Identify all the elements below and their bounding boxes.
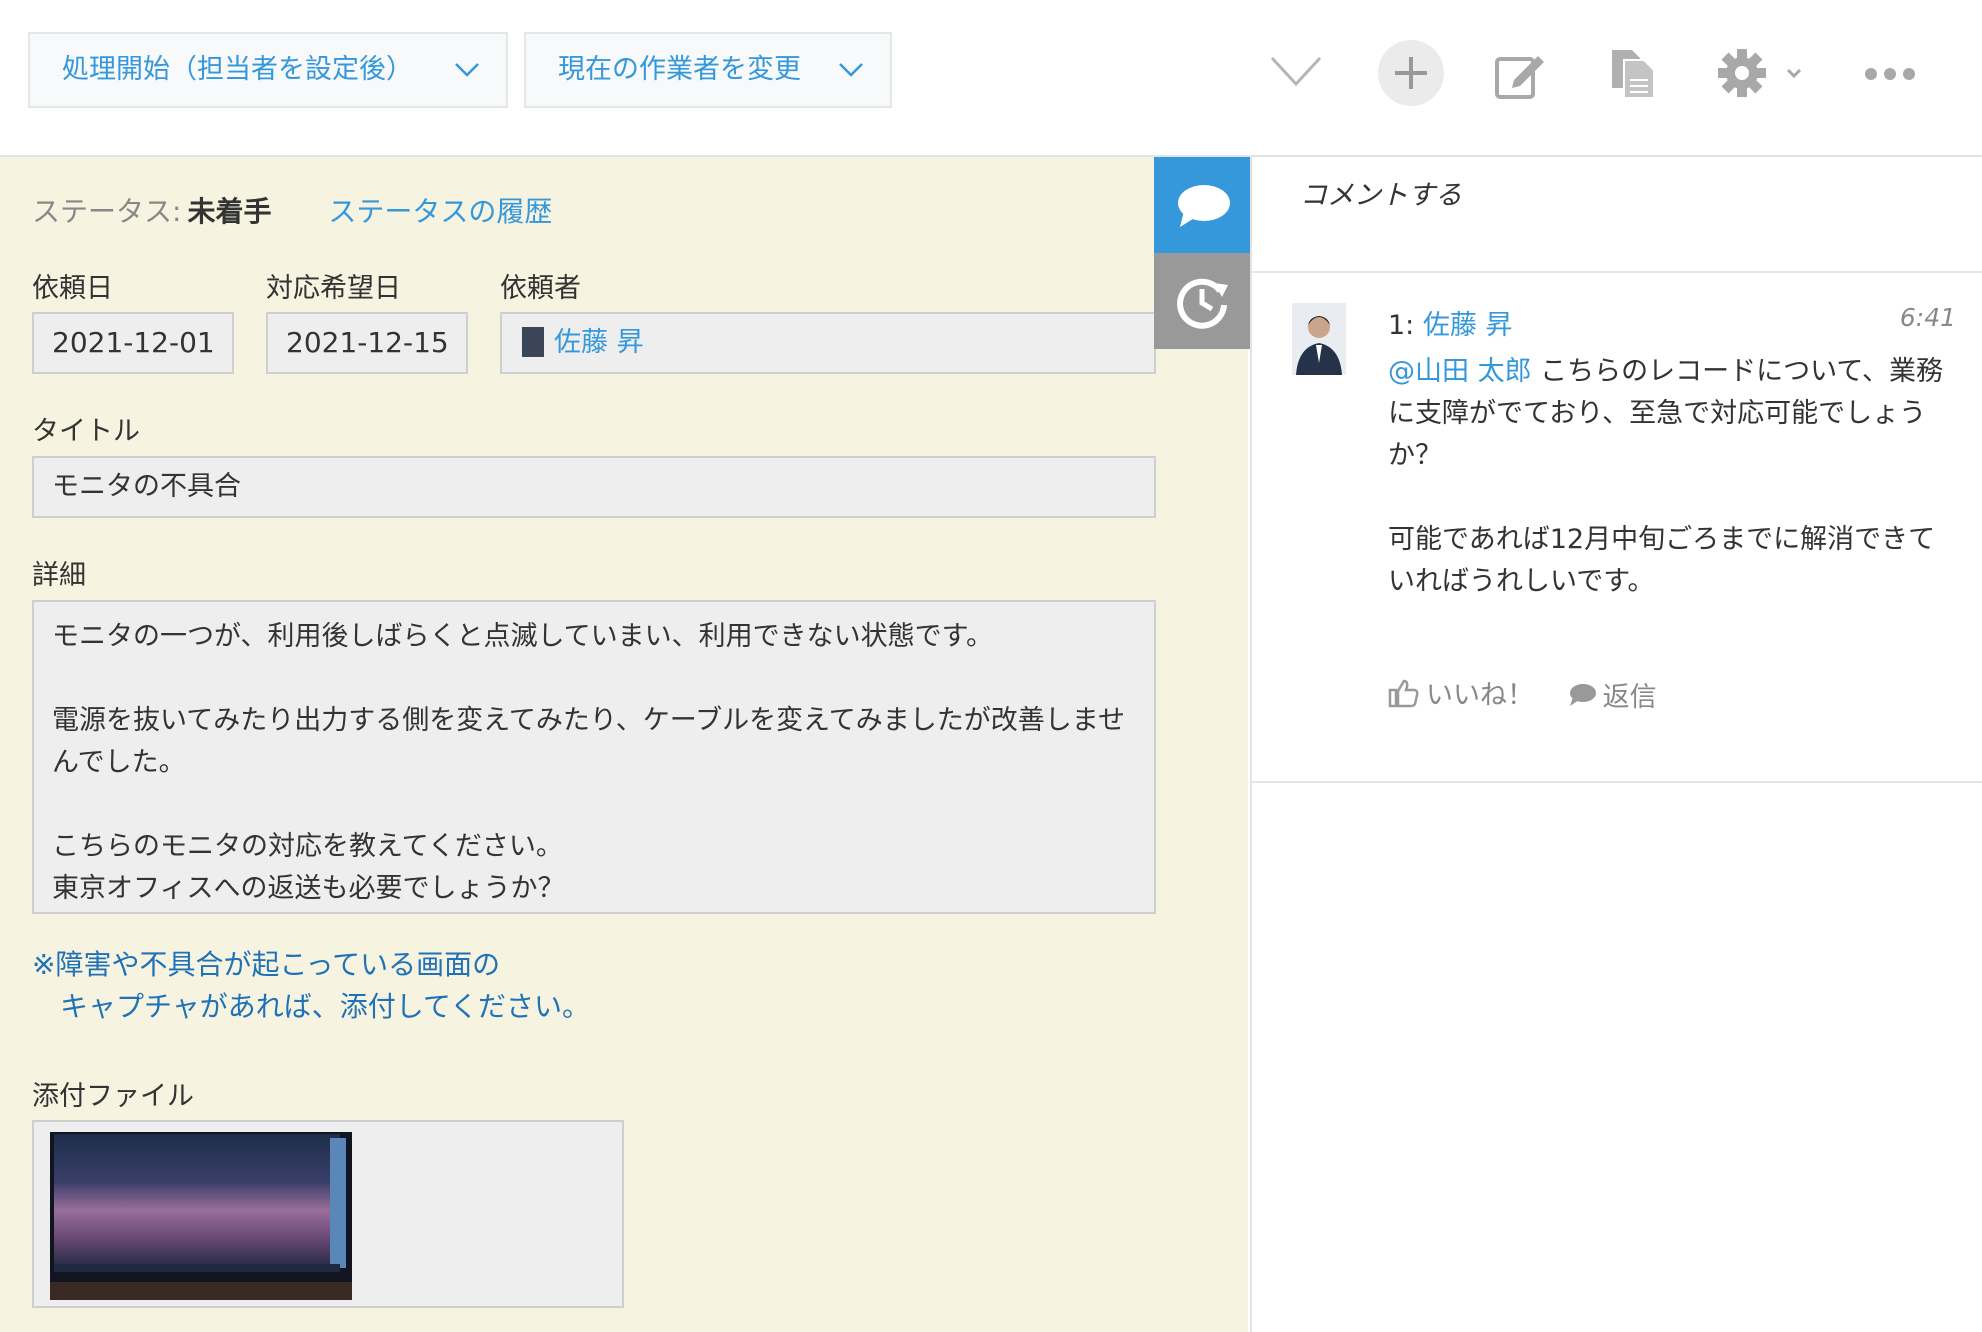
chevron-down-icon bbox=[455, 63, 479, 77]
reply-label: 返信 bbox=[1602, 682, 1657, 713]
title-value: モニタの不具合 bbox=[52, 471, 241, 502]
record-toolbar: 処理開始（担当者を設定後） 現在の作業者を変更 bbox=[0, 0, 1982, 157]
tab-history[interactable] bbox=[1154, 253, 1250, 349]
like-label: いいね！ bbox=[1426, 680, 1534, 711]
attachment-field bbox=[32, 1120, 624, 1308]
requester-field: 佐藤 昇 bbox=[500, 312, 1156, 374]
comment-item: 1: 佐藤 昇 6:41 @山田 太郎 こちらのレコードについて、業務に支障がで… bbox=[1252, 273, 1982, 783]
title-label: タイトル bbox=[32, 416, 140, 447]
more-options-button[interactable] bbox=[1864, 64, 1916, 84]
comment-mention-link[interactable]: @山田 太郎 bbox=[1388, 356, 1532, 387]
comment-actions: いいね！ 返信 bbox=[1388, 673, 1681, 715]
comment-time: 6:41 bbox=[1899, 303, 1956, 332]
collapse-chevron-icon[interactable] bbox=[1270, 56, 1322, 88]
edit-record-button[interactable] bbox=[1494, 50, 1546, 100]
chevron-down-icon bbox=[839, 63, 863, 77]
comment-author-link[interactable]: 佐藤 昇 bbox=[1423, 310, 1513, 341]
comments-panel: コメントする 1: 佐藤 昇 6:41 @山田 太郎 こちらのレコードについて、… bbox=[1250, 157, 1982, 1332]
desired-date-value: 2021-12-15 bbox=[286, 326, 449, 359]
comment-body: @山田 太郎 こちらのレコードについて、業務に支障がでており、至急で対応可能でし… bbox=[1388, 351, 1958, 603]
process-start-label: 処理開始（担当者を設定後） bbox=[62, 54, 413, 85]
status-history-link[interactable]: ステータスの履歴 bbox=[328, 195, 552, 228]
comment-number: 1: bbox=[1388, 310, 1415, 341]
status-line: ステータス: 未着手 ステータスの履歴 bbox=[32, 190, 552, 230]
reply-button[interactable]: 返信 bbox=[1567, 675, 1657, 714]
settings-menu-button[interactable] bbox=[1716, 48, 1806, 98]
comment-header: 1: 佐藤 昇 bbox=[1388, 303, 1512, 342]
tab-comments[interactable] bbox=[1154, 157, 1250, 253]
detail-field: モニタの一つが、利用後しばらくと点滅していまい、利用できない状態です。 電源を抜… bbox=[32, 600, 1156, 914]
add-record-button[interactable] bbox=[1378, 40, 1444, 106]
title-field: モニタの不具合 bbox=[32, 456, 1156, 518]
speech-bubble-icon bbox=[1569, 683, 1596, 706]
duplicate-icon bbox=[1612, 50, 1655, 99]
requester-label: 依頼者 bbox=[500, 273, 581, 304]
requester-user-link[interactable]: 佐藤 昇 bbox=[554, 327, 644, 358]
history-icon bbox=[1177, 278, 1228, 329]
more-icon bbox=[1865, 68, 1915, 80]
duplicate-record-button[interactable] bbox=[1610, 48, 1656, 100]
plus-icon bbox=[1395, 57, 1427, 89]
attachment-note: ※障害や不具合が起こっている画面の キャプチャがあれば、添付してください。 bbox=[32, 948, 591, 1023]
commenter-avatar[interactable] bbox=[1292, 303, 1346, 375]
comment-icon bbox=[1178, 185, 1230, 227]
request-date-label: 依頼日 bbox=[32, 273, 113, 304]
like-button[interactable]: いいね！ bbox=[1388, 673, 1534, 712]
request-date-value: 2021-12-01 bbox=[52, 326, 215, 359]
edit-icon bbox=[1495, 56, 1544, 99]
change-assignee-dropdown[interactable]: 現在の作業者を変更 bbox=[524, 32, 892, 108]
process-start-dropdown[interactable]: 処理開始（担当者を設定後） bbox=[28, 32, 508, 108]
gear-icon bbox=[1718, 49, 1802, 97]
comment-placeholder: コメントする bbox=[1300, 180, 1462, 211]
desired-date-label: 対応希望日 bbox=[266, 273, 401, 304]
comment-input[interactable]: コメントする bbox=[1252, 157, 1982, 273]
comment-text: こちらのレコードについて、業務に支障がでており、至急で対応可能でしょうか？ 可能… bbox=[1388, 356, 1944, 597]
desired-date-field: 2021-12-15 bbox=[266, 312, 468, 374]
requester-avatar bbox=[522, 326, 544, 357]
attachment-label: 添付ファイル bbox=[32, 1081, 194, 1112]
detail-label: 詳細 bbox=[32, 560, 86, 591]
detail-value: モニタの一つが、利用後しばらくと点滅していまい、利用できない状態です。 電源を抜… bbox=[52, 621, 1125, 904]
attachment-thumbnail[interactable] bbox=[50, 1132, 352, 1300]
status-key: ステータス: bbox=[32, 195, 182, 228]
status-value: 未着手 bbox=[187, 195, 272, 228]
thumbs-up-icon bbox=[1388, 679, 1419, 707]
request-date-field: 2021-12-01 bbox=[32, 312, 234, 374]
change-assignee-label: 現在の作業者を変更 bbox=[558, 54, 801, 85]
